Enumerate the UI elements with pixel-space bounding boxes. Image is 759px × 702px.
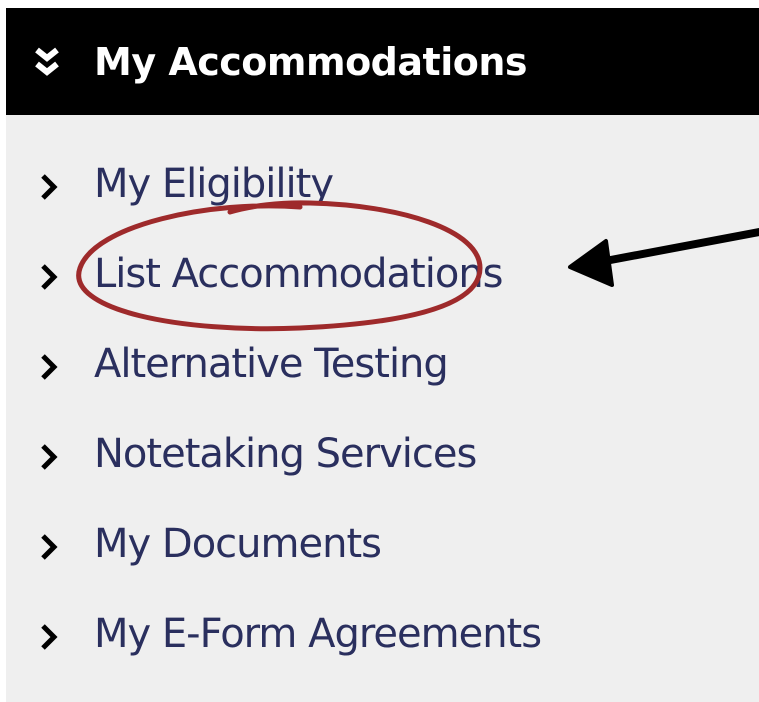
accommodations-section-header[interactable]: My Accommodations — [6, 8, 759, 115]
menu-item-notetaking-services[interactable]: Notetaking Services — [6, 408, 759, 498]
chevron-right-icon — [41, 264, 58, 290]
chevron-right-icon — [41, 444, 58, 470]
double-chevron-down-icon — [35, 47, 59, 76]
accommodations-panel: My Accommodations My Eligibility List Ac… — [6, 8, 759, 702]
chevron-right-icon — [41, 354, 58, 380]
section-title: My Accommodations — [94, 40, 528, 84]
menu-item-alternative-testing[interactable]: Alternative Testing — [6, 318, 759, 408]
menu-link-my-documents[interactable]: My Documents — [94, 518, 382, 570]
menu-item-my-eligibility[interactable]: My Eligibility — [6, 138, 759, 228]
chevron-right-icon — [41, 624, 58, 650]
menu-link-my-e-form-agreements[interactable]: My E-Form Agreements — [94, 608, 542, 660]
accommodations-menu: My Eligibility List Accommodations Alter… — [6, 138, 759, 678]
menu-link-list-accommodations[interactable]: List Accommodations — [94, 248, 504, 300]
menu-item-my-documents[interactable]: My Documents — [6, 498, 759, 588]
menu-link-alternative-testing[interactable]: Alternative Testing — [94, 338, 449, 390]
chevron-right-icon — [41, 174, 58, 200]
menu-item-my-e-form-agreements[interactable]: My E-Form Agreements — [6, 588, 759, 678]
menu-item-list-accommodations[interactable]: List Accommodations — [6, 228, 759, 318]
menu-link-notetaking-services[interactable]: Notetaking Services — [94, 428, 477, 480]
menu-link-my-eligibility[interactable]: My Eligibility — [94, 158, 334, 210]
chevron-right-icon — [41, 534, 58, 560]
